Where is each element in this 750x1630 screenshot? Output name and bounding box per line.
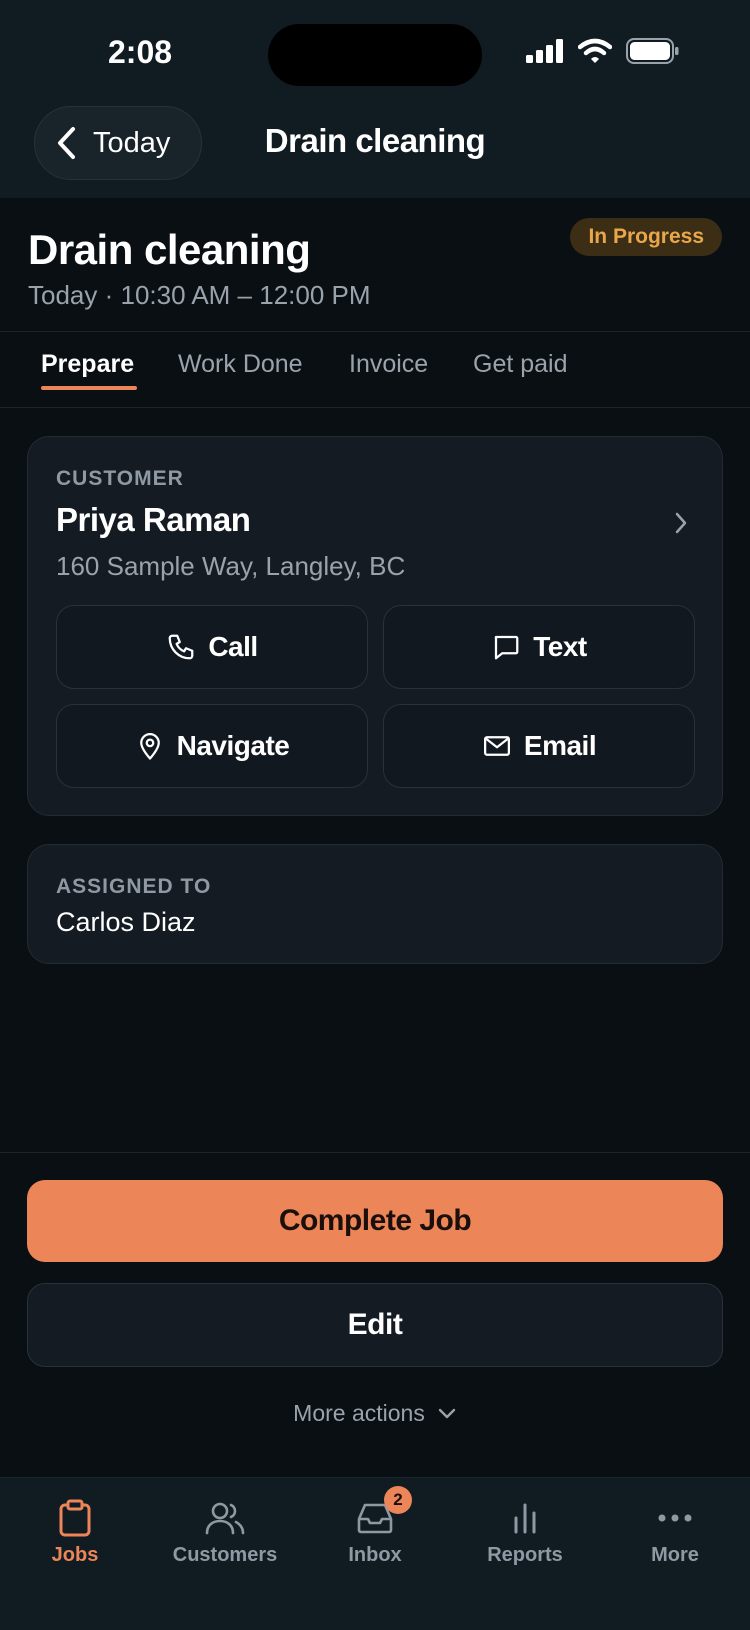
more-actions-label: More actions <box>293 1400 425 1426</box>
tab-bar: Jobs Customers 2 Inbox Reports More <box>0 1477 750 1630</box>
phone-icon <box>168 634 194 660</box>
customer-address: 160 Sample Way, Langley, BC <box>56 551 406 581</box>
email-button[interactable]: Email <box>383 704 695 788</box>
tab-bar-jobs[interactable]: Jobs <box>0 1498 150 1567</box>
complete-job-button[interactable]: Complete Job <box>27 1180 723 1262</box>
more-actions-button[interactable]: More actions <box>0 1400 750 1427</box>
signal-icon <box>526 39 563 63</box>
job-title: Drain cleaning <box>28 226 311 273</box>
mail-icon <box>483 736 510 756</box>
chevron-down-icon <box>438 1408 456 1418</box>
bar-chart-icon <box>514 1503 536 1534</box>
battery-icon <box>626 38 679 64</box>
map-pin-icon <box>139 733 160 760</box>
clipboard-icon <box>59 1499 91 1537</box>
job-tabs: Prepare Work Done Invoice Get paid <box>0 332 750 408</box>
text-button[interactable]: Text <box>383 605 695 689</box>
customer-card: CUSTOMER Priya Raman 160 Sample Way, Lan… <box>27 436 723 816</box>
tab-bar-inbox-label: Inbox <box>348 1544 402 1566</box>
status-icons <box>526 38 680 64</box>
tab-invoice[interactable]: Invoice <box>349 350 428 379</box>
divider <box>0 1152 750 1153</box>
job-header: Drain cleaning Today · 10:30 AM – 12:00 … <box>0 198 750 332</box>
assigned-section-label: ASSIGNED TO <box>56 875 212 898</box>
nav-title: Drain cleaning <box>264 122 486 159</box>
status-badge: In Progress <box>570 218 722 256</box>
tab-bar-inbox[interactable]: 2 Inbox <box>300 1486 450 1567</box>
tab-bar-more[interactable]: More <box>600 1498 750 1567</box>
wifi-icon <box>578 38 612 63</box>
users-icon <box>205 1502 245 1535</box>
assignment-card: ASSIGNED TO Carlos Diaz <box>27 844 723 964</box>
tab-work-done[interactable]: Work Done <box>178 350 303 379</box>
tab-bar-customers-label: Customers <box>172 1544 278 1566</box>
status-time: 2:08 <box>108 34 173 70</box>
inbox-badge: 2 <box>384 1486 412 1514</box>
tab-bar-more-label: More <box>651 1544 699 1566</box>
tab-get-paid[interactable]: Get paid <box>473 350 568 379</box>
text-button-label: Text <box>533 631 587 662</box>
chevron-right-icon[interactable] <box>674 511 688 535</box>
navigate-button-label: Navigate <box>176 730 290 761</box>
call-button[interactable]: Call <box>56 605 368 689</box>
active-tab-indicator <box>41 386 137 390</box>
tab-bar-customers[interactable]: Customers <box>150 1498 300 1567</box>
navigate-button[interactable]: Navigate <box>56 704 368 788</box>
job-schedule: Today · 10:30 AM – 12:00 PM <box>28 280 371 310</box>
assignee-name: Carlos Diaz <box>56 907 196 937</box>
nav-bar: Today Drain cleaning <box>0 100 750 198</box>
status-bar: 2:08 <box>0 0 750 100</box>
dynamic-island <box>268 24 482 86</box>
tab-bar-reports-label: Reports <box>487 1544 563 1566</box>
call-button-label: Call <box>208 631 258 662</box>
edit-button[interactable]: Edit <box>27 1283 723 1367</box>
more-icon <box>658 1514 692 1522</box>
tab-prepare[interactable]: Prepare <box>41 350 134 379</box>
customer-name[interactable]: Priya Raman <box>56 501 251 539</box>
message-icon <box>494 635 519 660</box>
email-button-label: Email <box>523 730 597 761</box>
tab-bar-reports[interactable]: Reports <box>450 1498 600 1567</box>
customer-section-label: CUSTOMER <box>56 467 184 490</box>
tab-bar-jobs-label: Jobs <box>51 1544 99 1566</box>
